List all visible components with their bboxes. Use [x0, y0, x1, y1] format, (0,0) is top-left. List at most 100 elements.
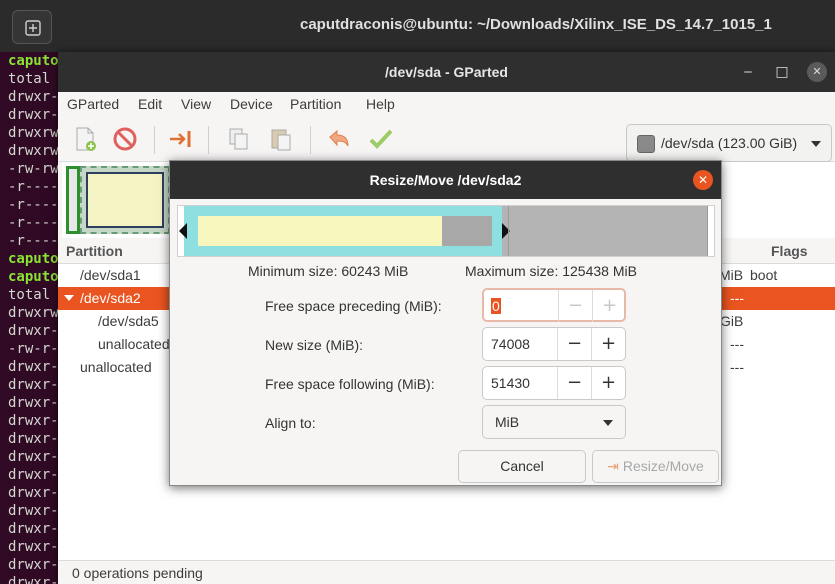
menu-help[interactable]: Help	[366, 96, 395, 112]
terminal-line: drwxr-	[8, 539, 59, 555]
toolbar-separator	[310, 126, 311, 154]
minimum-size-label: Minimum size: 60243 MiB	[248, 263, 409, 279]
partition-name: /dev/sda5	[98, 313, 159, 329]
new-tab-button[interactable]	[12, 10, 52, 44]
column-header-flags[interactable]: Flags	[771, 243, 808, 259]
menu-edit[interactable]: Edit	[138, 96, 162, 112]
terminal-line: -rw-rw	[8, 161, 59, 177]
disk-map-sda2[interactable]	[80, 166, 170, 234]
menu-gparted[interactable]: GParted	[67, 96, 119, 112]
free-space-following-spinner[interactable]: 51430 − +	[482, 366, 626, 400]
increment-button[interactable]: +	[591, 328, 625, 360]
partition-flags: ---	[730, 290, 744, 306]
terminal-line: drwxr-	[8, 485, 59, 501]
partition-flags: ---	[730, 359, 744, 375]
new-partition-button[interactable]	[70, 124, 100, 154]
disk-map-sda5[interactable]	[86, 172, 164, 228]
terminal-line: drwxr-	[8, 557, 59, 573]
resize-move-tool-button[interactable]	[166, 124, 196, 154]
decrement-button[interactable]: −	[557, 328, 591, 360]
decrement-button[interactable]: −	[557, 367, 591, 399]
partition-name: /dev/sda1	[80, 267, 141, 283]
minimize-button[interactable]: ‒	[738, 62, 758, 82]
chevron-down-icon	[603, 420, 613, 426]
terminal-line: drwxr-	[8, 503, 59, 519]
terminal-line: drwxr-	[8, 413, 59, 429]
terminal-line: drwxrw	[8, 125, 59, 141]
window-title: /dev/sda - GParted	[385, 64, 508, 80]
status-bar: 0 operations pending	[58, 560, 835, 584]
dialog-close-button[interactable]: ✕	[693, 170, 713, 190]
delete-partition-button[interactable]	[110, 124, 140, 154]
terminal-title: caputdraconis@ubuntu: ~/Downloads/Xilinx…	[300, 16, 772, 33]
maximize-button[interactable]: □	[772, 62, 792, 82]
menu-view[interactable]: View	[181, 96, 211, 112]
unused-space	[442, 216, 492, 246]
increment-button[interactable]: +	[592, 290, 626, 322]
copy-button[interactable]	[224, 124, 254, 154]
gparted-titlebar: /dev/sda - GParted ‒ □ ✕	[58, 52, 835, 92]
terminal-line: total	[8, 71, 51, 87]
used-space	[198, 216, 442, 246]
expander-icon[interactable]	[64, 295, 74, 301]
paste-button[interactable]	[266, 124, 296, 154]
terminal-line: drwxr-	[8, 359, 59, 375]
disk-icon	[637, 135, 655, 153]
terminal-line: drwxr-	[8, 323, 59, 339]
align-dropdown[interactable]: MiB	[482, 405, 626, 439]
terminal-line: drwxr-	[8, 449, 59, 465]
device-selector[interactable]: /dev/sda (123.00 GiB)	[626, 124, 832, 162]
partition-name: unallocated	[80, 359, 152, 375]
menubar: GParted Edit View Device Partition Help	[58, 92, 835, 118]
terminal-line: -rw-r-	[8, 341, 59, 357]
toolbar: /dev/sda (123.00 GiB)	[58, 118, 835, 162]
preceding-label: Free space preceding (MiB):	[265, 298, 442, 314]
column-header-partition[interactable]: Partition	[66, 243, 123, 259]
close-button[interactable]: ✕	[807, 62, 827, 82]
dialog-titlebar: Resize/Move /dev/sda2 ✕	[170, 161, 721, 199]
handle-line	[508, 206, 509, 256]
disk-map-sda1[interactable]	[66, 166, 80, 234]
terminal-titlebar: caputdraconis@ubuntu: ~/Downloads/Xilinx…	[0, 0, 835, 52]
new-document-icon	[76, 127, 96, 151]
resize-arrow-icon: ⇥	[607, 458, 619, 474]
terminal-line: drwxr-	[8, 377, 59, 393]
resize-slider[interactable]	[177, 205, 715, 257]
status-text: 0 operations pending	[72, 565, 203, 581]
paste-icon	[271, 129, 291, 151]
undo-button[interactable]	[324, 124, 354, 154]
terminal-line: drwxr-	[8, 575, 59, 584]
new-size-spinner[interactable]: 74008 − +	[482, 327, 626, 361]
terminal-line: drwxr-	[8, 431, 59, 447]
apply-button[interactable]	[366, 124, 396, 154]
device-label: /dev/sda (123.00 GiB)	[661, 135, 798, 151]
menu-partition[interactable]: Partition	[290, 96, 341, 112]
cancel-button[interactable]: Cancel	[458, 450, 586, 483]
free-space-preceding-spinner[interactable]: 0 − +	[482, 288, 626, 322]
terminal-line: drwxrw	[8, 143, 59, 159]
decrement-button[interactable]: −	[558, 290, 592, 322]
align-value: MiB	[495, 414, 520, 430]
terminal-line: drwxrw	[8, 305, 59, 321]
resize-move-button[interactable]: ⇥ Resize/Move	[592, 450, 719, 483]
left-resize-handle[interactable]	[179, 223, 187, 239]
following-value[interactable]: 51430	[491, 375, 530, 391]
terminal-line: drwxr-	[8, 521, 59, 537]
partition-name: /dev/sda2	[80, 290, 141, 306]
preceding-value[interactable]: 0	[491, 298, 501, 314]
terminal-line: caputo	[8, 53, 59, 69]
terminal-line: drwxr-	[8, 395, 59, 411]
menu-device[interactable]: Device	[230, 96, 273, 112]
dialog-title: Resize/Move /dev/sda2	[369, 172, 522, 188]
increment-button[interactable]: +	[591, 367, 625, 399]
toolbar-separator	[154, 126, 155, 154]
terminal-line: drwxr-	[8, 89, 59, 105]
partition-block[interactable]	[184, 206, 502, 256]
new-size-label: New size (MiB):	[265, 337, 364, 353]
terminal-line: -r----	[8, 197, 59, 213]
terminal-line: total	[8, 287, 51, 303]
new-size-value[interactable]: 74008	[491, 336, 530, 352]
terminal-line: -r----	[8, 215, 59, 231]
resize-arrow-icon	[170, 131, 191, 147]
terminal-output: caputo total drwxr-drwxr-drwxrw drwxrw -rw-r…	[8, 52, 59, 584]
